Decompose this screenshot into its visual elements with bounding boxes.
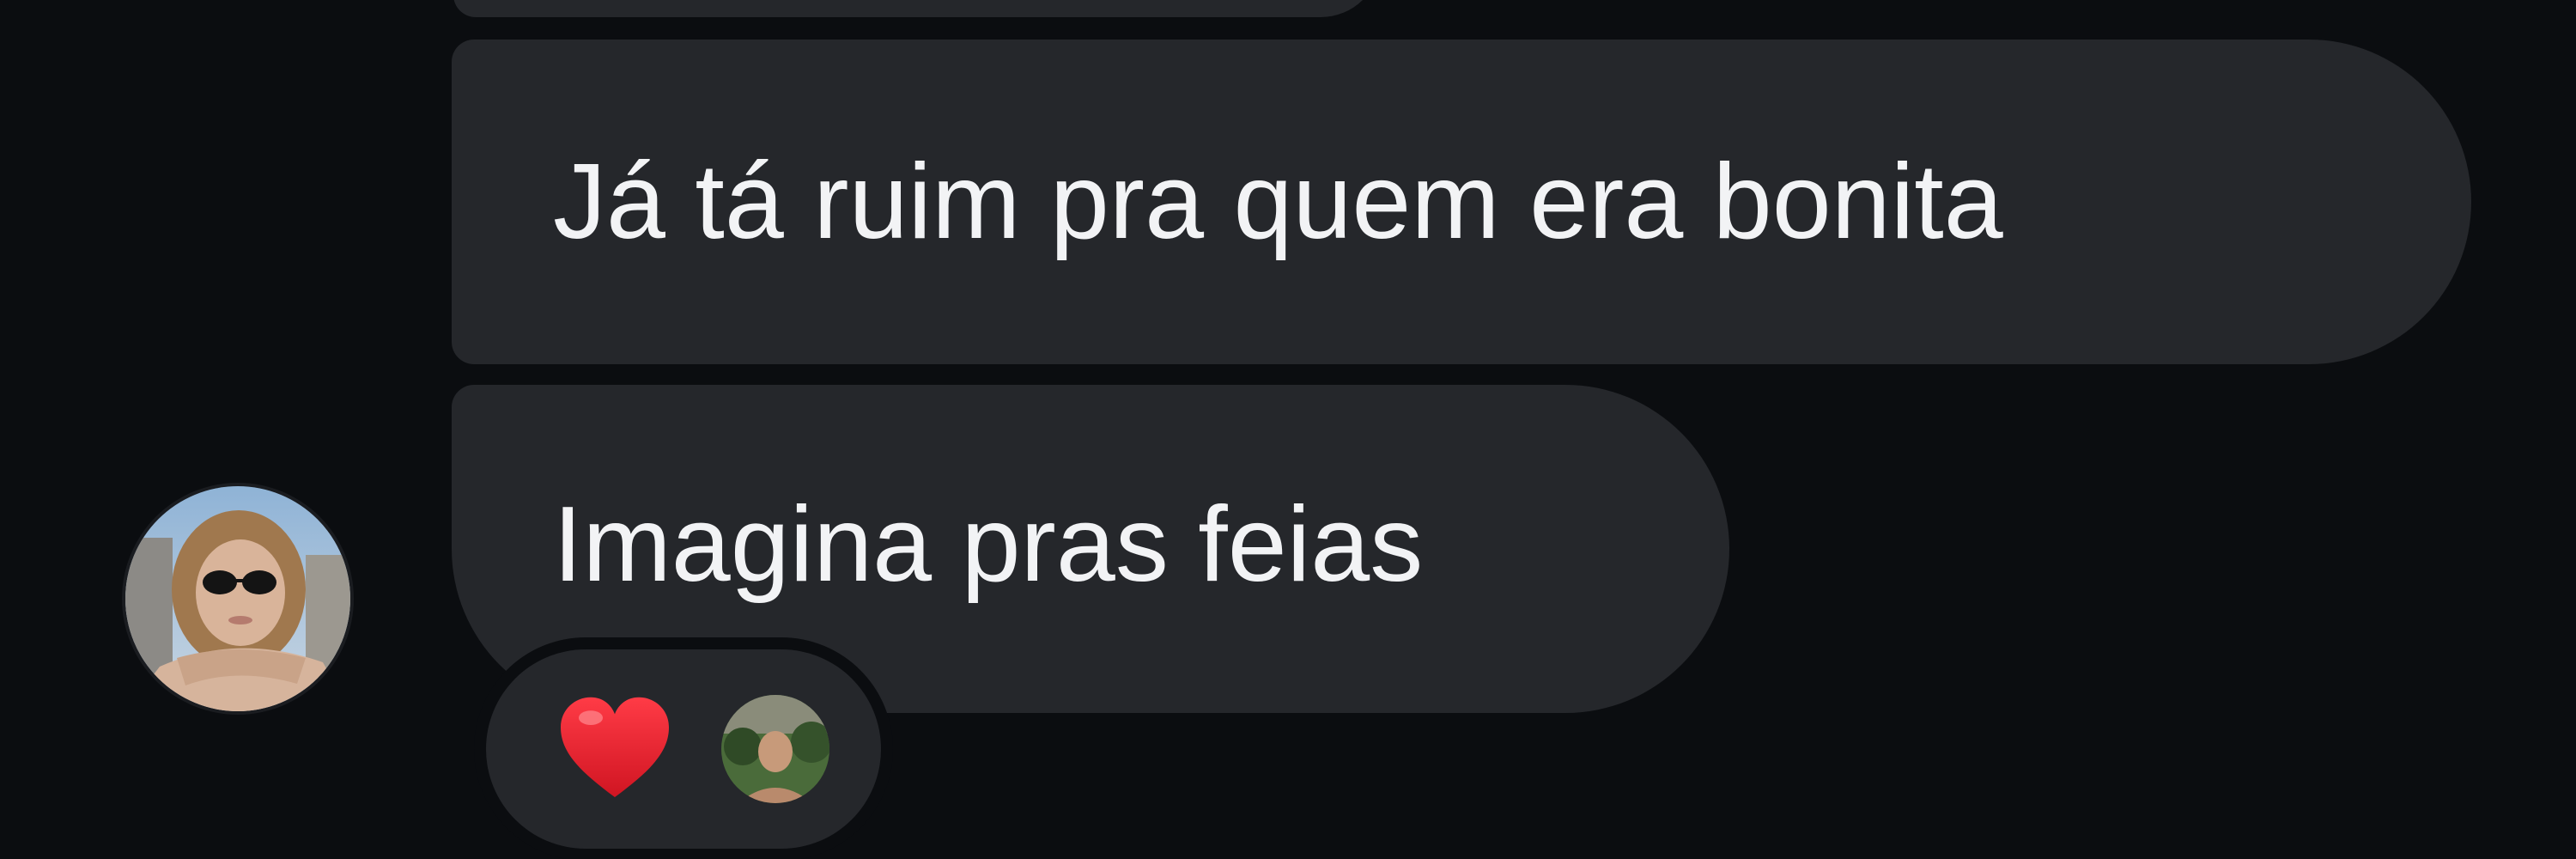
message-text: Imagina pras feias: [553, 485, 1424, 604]
message-bubble[interactable]: Já tá ruim pra quem era bonita: [452, 40, 2471, 364]
avatar-photo: [125, 486, 350, 711]
reactor-avatar[interactable]: [721, 695, 829, 803]
chat-thread: Já tá ruim pra quem era bonita Imagina p…: [0, 0, 2576, 859]
heart-icon: [561, 697, 669, 797]
sender-avatar[interactable]: [125, 486, 350, 711]
reactor-avatar-photo: [721, 695, 829, 803]
reactions-pill[interactable]: [486, 649, 881, 849]
previous-message-bubble[interactable]: [453, 0, 1381, 17]
message-text: Já tá ruim pra quem era bonita: [553, 143, 2003, 261]
